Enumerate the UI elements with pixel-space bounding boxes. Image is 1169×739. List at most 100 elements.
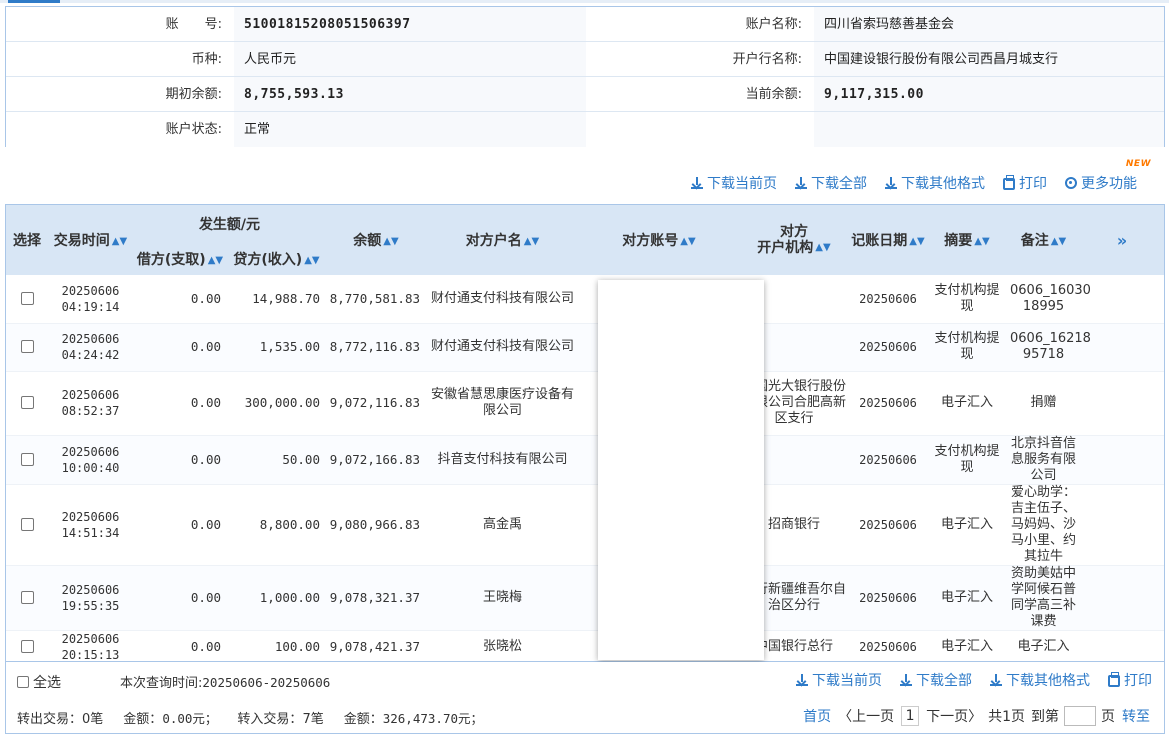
header-time[interactable]: 交易时间 ▲▼ — [48, 205, 133, 275]
jump-button[interactable]: 转至 — [1122, 706, 1150, 726]
cell-empty — [1080, 323, 1164, 372]
cell-counterparty-name: 抖音支付科技有限公司 — [426, 435, 579, 485]
cell-debit-debit: 0.00 — [190, 516, 221, 532]
goto-page-input[interactable] — [1064, 706, 1096, 726]
cell-summary-summary: 支付机构提现 — [934, 282, 1000, 314]
cell-balance: 9,072,166.83 — [326, 435, 426, 485]
row-select-checkbox[interactable] — [6, 435, 48, 485]
first-page-link[interactable]: 首页 — [803, 706, 831, 726]
transactions-table: 选择 交易时间 ▲▼ 发生额/元 余额 ▲▼ 对方户名 ▲▼ 对方账号 ▲▼ 对方 开户机… — [5, 204, 1165, 662]
download-current-page-button[interactable]: 下载当前页 — [691, 172, 777, 194]
row-select-checkbox[interactable] — [6, 371, 48, 436]
row-select-checkbox[interactable] — [6, 630, 48, 661]
next-page-link[interactable]: 下一页〉 — [926, 706, 982, 726]
cell-debit-debit: 0.00 — [190, 339, 221, 354]
cell-summary: 支付机构提现 — [927, 275, 1007, 324]
sort-icon: ▲▼ — [815, 242, 831, 253]
header-post-date[interactable]: 记账日期 ▲▼ — [849, 205, 927, 275]
download-icon — [990, 674, 1002, 686]
cell-credit: 50.00 — [227, 435, 326, 485]
footer-download-current-page-button[interactable]: 下载当前页 — [796, 670, 882, 690]
cell-counterparty-name: 张晓松 — [426, 630, 579, 661]
cell-time: 20250606 08:52:37 — [48, 371, 133, 436]
cell-post-date-post-date: 20250606 — [859, 396, 917, 410]
cell-time-date: 20250606 — [61, 283, 120, 298]
active-tab-indicator — [8, 0, 60, 3]
footer-download-all-label: 下载全部 — [916, 673, 972, 689]
checkbox-icon — [20, 517, 34, 531]
cell-counterparty-bank-cp-bank: 中国银行总行 — [754, 639, 833, 654]
row-select-checkbox[interactable] — [6, 484, 48, 566]
cell-balance-balance: 9,072,116.83 — [329, 395, 420, 410]
download-all-button[interactable]: 下载全部 — [795, 172, 867, 194]
cell-summary: 电子汇入 — [927, 484, 1007, 566]
double-chevron-right-icon: » — [1116, 230, 1128, 250]
cell-debit-debit: 0.00 — [190, 589, 221, 605]
cell-counterparty-name: 财付通支付科技有限公司 — [426, 275, 579, 324]
row-select-checkbox[interactable] — [6, 275, 48, 324]
more-columns-button[interactable]: » — [1080, 205, 1164, 275]
more-functions-button[interactable]: 更多功能 — [1065, 172, 1137, 194]
cell-balance-balance: 8,770,581.83 — [329, 290, 420, 306]
cell-post-date: 20250606 — [849, 565, 927, 631]
download-current-page-label: 下载当前页 — [707, 176, 777, 192]
cell-credit: 300,000.00 — [227, 371, 326, 436]
cell-time-time: 10:00:40 — [61, 460, 120, 475]
footer-print-button[interactable]: 打印 — [1108, 670, 1152, 690]
header-counterparty-bank[interactable]: 对方 开户机构 ▲▼ — [739, 205, 849, 275]
table-footer: 全选 本次查询时间:20250606-20250606 下载当前页 下载全部 下… — [5, 662, 1165, 734]
header-time-label: 交易时间 — [53, 233, 110, 249]
row-select-checkbox[interactable] — [6, 323, 48, 372]
cell-post-date-post-date: 20250606 — [859, 590, 917, 605]
header-credit[interactable]: 贷方(收入) ▲▼ — [227, 243, 326, 275]
header-counterparty-name[interactable]: 对方户名 ▲▼ — [426, 205, 579, 275]
cell-time-time: 19:55:35 — [61, 598, 120, 613]
cell-credit-credit: 1,535.00 — [259, 339, 320, 354]
cell-counterparty-name-cp-name: 财付通支付科技有限公司 — [430, 290, 574, 306]
cell-remark: 北京抖音信息服务有限公司 — [1007, 435, 1080, 485]
account-name-label: 账户名称: — [586, 7, 814, 41]
header-credit-label: 贷方(收入) — [233, 252, 303, 268]
checkbox-icon — [20, 640, 34, 653]
currency-value: 人民币元 — [234, 42, 586, 76]
footer-download-all-button[interactable]: 下载全部 — [900, 670, 972, 690]
header-amount-group: 发生额/元 — [133, 205, 326, 243]
cell-post-date-post-date: 20250606 — [859, 340, 917, 354]
footer-download-other-format-label: 下载其他格式 — [1006, 673, 1090, 689]
header-remark[interactable]: 备注 ▲▼ — [1007, 205, 1080, 275]
cell-time-date: 20250606 — [61, 582, 120, 597]
row-select-checkbox[interactable] — [6, 565, 48, 631]
account-status-value: 正常 — [234, 112, 586, 147]
cell-remark-remark: 资助美姑中学阿候石普同学高三补课费 — [1010, 565, 1076, 629]
account-number-value: 51001815208051506397 — [234, 7, 586, 41]
query-time-value: 20250606-20250606 — [202, 675, 331, 690]
table-row: 20250606 10:00:40 0.00 50.00 9,072,166.83 抖音支… — [6, 435, 1164, 485]
prev-page-link[interactable]: 〈上一页 — [838, 706, 894, 726]
cell-time: 20250606 04:24:42 — [48, 323, 133, 372]
header-balance[interactable]: 余额 ▲▼ — [326, 205, 426, 275]
cell-post-date: 20250606 — [849, 435, 927, 485]
download-other-format-button[interactable]: 下载其他格式 — [885, 172, 985, 194]
footer-download-other-format-button[interactable]: 下载其他格式 — [990, 670, 1090, 690]
select-all-label: 全选 — [33, 675, 61, 691]
print-button[interactable]: 打印 — [1003, 172, 1047, 194]
cell-empty — [1080, 565, 1164, 631]
cell-debit: 0.00 — [133, 275, 227, 324]
header-summary[interactable]: 摘要 ▲▼ — [927, 205, 1007, 275]
header-counterparty-account[interactable]: 对方账号 ▲▼ — [579, 205, 739, 275]
header-debit[interactable]: 借方(支取) ▲▼ — [133, 243, 227, 275]
cell-time-time: 14:51:34 — [61, 525, 120, 540]
redaction-mask — [598, 280, 764, 660]
select-all-checkbox[interactable]: 全选 — [17, 672, 61, 692]
cell-balance: 9,078,421.37 — [326, 630, 426, 661]
cell-counterparty-name-cp-name: 张晓松 — [482, 639, 522, 654]
empty-label — [586, 112, 814, 147]
cell-balance-balance: 9,078,321.37 — [329, 589, 420, 605]
cell-counterparty-bank-cp-bank: 招商银行 — [767, 516, 820, 532]
table-row: 20250606 04:24:42 0.00 1,535.00 8,772,116.83… — [6, 323, 1164, 372]
download-icon — [796, 674, 808, 686]
cell-debit-debit: 0.00 — [190, 395, 221, 410]
cell-debit: 0.00 — [133, 565, 227, 631]
in-amount: 326,473.70元； — [382, 711, 483, 726]
header-counterparty-bank-line1: 对方 — [780, 224, 808, 240]
